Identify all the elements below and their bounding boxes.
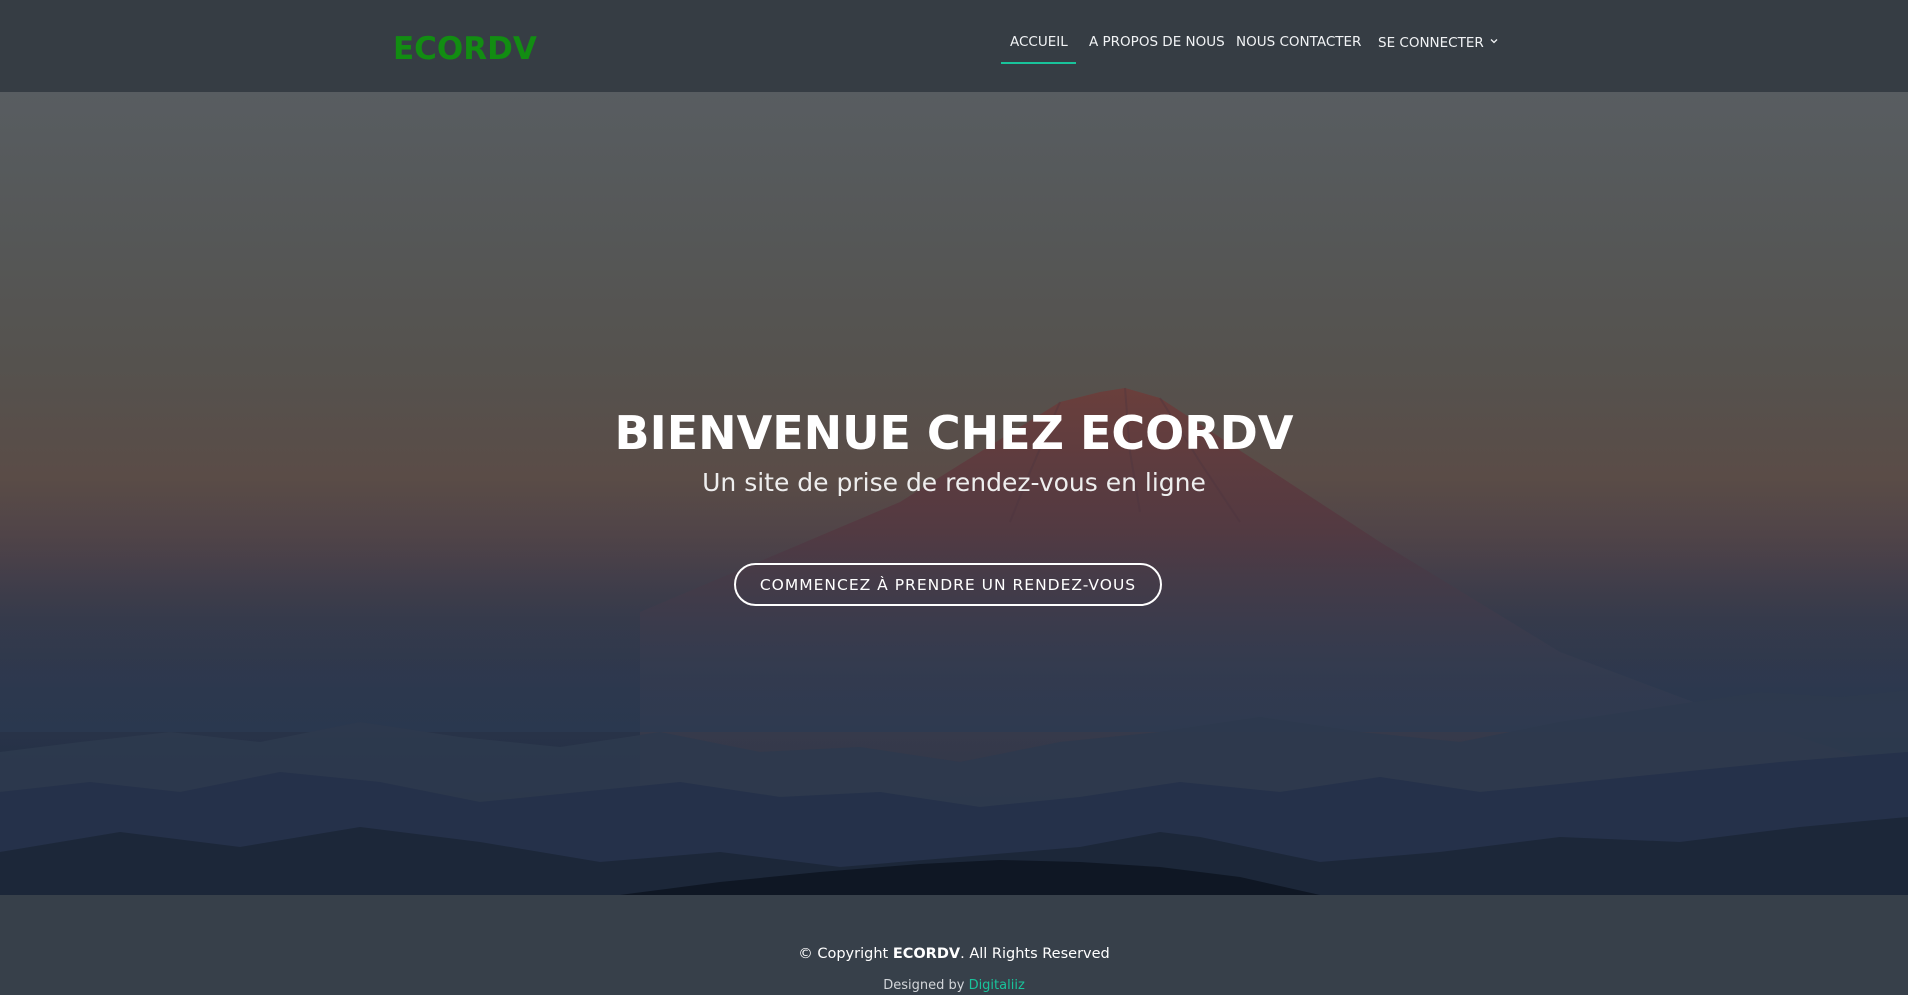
credits-prefix: Designed by bbox=[883, 978, 969, 993]
credits-text: Designed by Digitaliiz bbox=[0, 979, 1908, 992]
designer-link[interactable]: Digitaliiz bbox=[969, 978, 1025, 993]
nav-item-accueil[interactable]: ACCUEIL bbox=[1001, 35, 1076, 63]
hero-title: BIENVENUE CHEZ ECORDV bbox=[614, 406, 1294, 460]
copyright-text: © Copyright ECORDV. All Rights Reserved bbox=[0, 947, 1908, 962]
hero-section: BIENVENUE CHEZ ECORDV Un site de prise d… bbox=[0, 92, 1908, 895]
site-footer: © Copyright ECORDV. All Rights Reserved … bbox=[0, 895, 1908, 995]
hero-content: BIENVENUE CHEZ ECORDV Un site de prise d… bbox=[0, 410, 1908, 495]
chevron-down-icon bbox=[1490, 39, 1498, 44]
copyright-prefix: © Copyright bbox=[798, 946, 893, 962]
nav-item-se-connecter[interactable]: SE CONNECTER bbox=[1378, 36, 1499, 51]
copyright-brand: ECORDV bbox=[892, 946, 961, 962]
nav-item-se-connecter-label: SE CONNECTER bbox=[1378, 35, 1484, 51]
site-header: ECORDV ACCUEIL A PROPOS DE NOUS NOUS CON… bbox=[0, 0, 1908, 92]
hero-subtitle: Un site de prise de rendez-vous en ligne bbox=[702, 468, 1206, 497]
nav-item-a-propos[interactable]: A PROPOS DE NOUS bbox=[1089, 35, 1225, 50]
nav-item-contact[interactable]: NOUS CONTACTER bbox=[1236, 35, 1361, 50]
copyright-suffix: . All Rights Reserved bbox=[960, 946, 1110, 962]
main-nav: ACCUEIL A PROPOS DE NOUS NOUS CONTACTER … bbox=[0, 0, 1908, 92]
book-appointment-button[interactable]: COMMENCEZ À PRENDRE UN RENDEZ-VOUS bbox=[734, 563, 1162, 606]
